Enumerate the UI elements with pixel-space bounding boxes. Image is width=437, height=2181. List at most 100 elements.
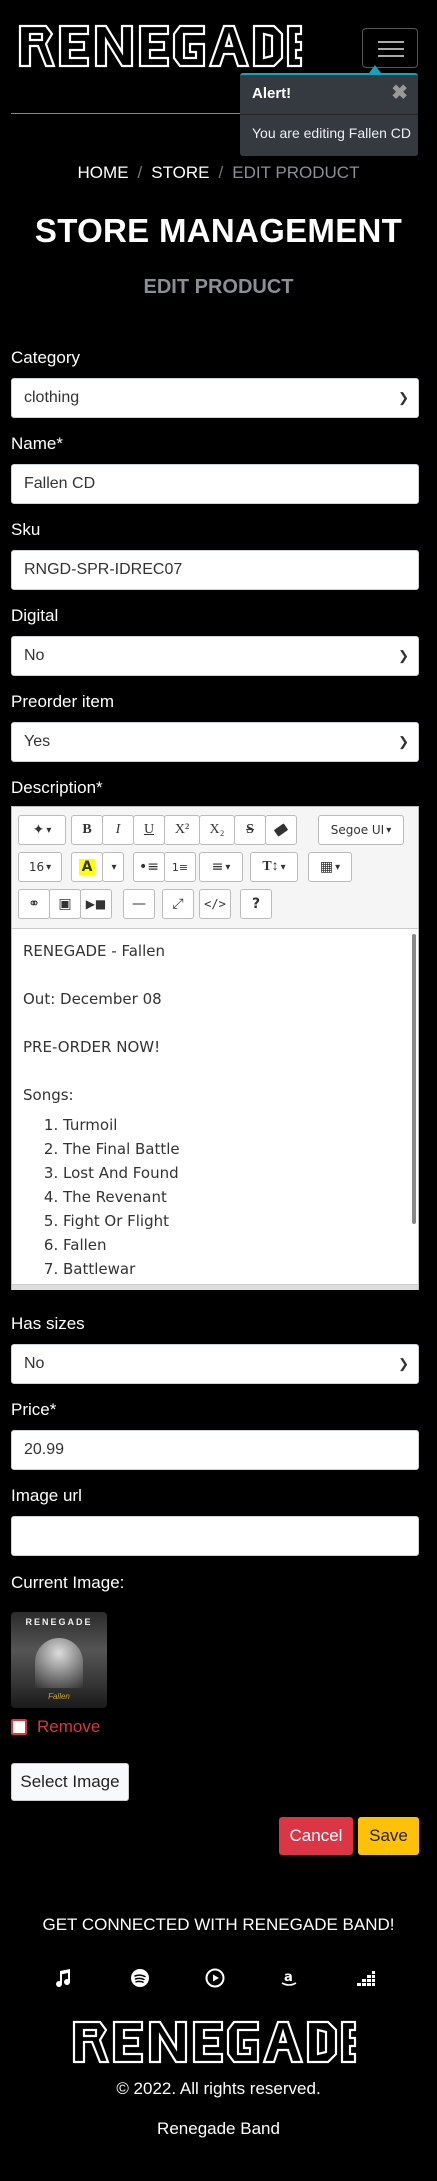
align-icon: ≡ <box>211 859 224 875</box>
preorder-label: Preorder item <box>11 692 114 711</box>
ordered-list-button[interactable]: 1≡ <box>164 852 196 882</box>
youtube-music-icon[interactable] <box>204 1967 226 1989</box>
select-image-button[interactable]: Select Image <box>11 1763 129 1801</box>
numbered-list-icon: 1≡ <box>171 860 189 874</box>
breadcrumb-home[interactable]: HOME <box>78 163 129 182</box>
italic-button[interactable]: I <box>102 815 134 845</box>
save-button[interactable]: Save <box>358 1817 419 1855</box>
editor-resize-handle[interactable] <box>12 1284 418 1290</box>
chevron-down-icon: ❯ <box>398 648 409 663</box>
spotify-icon[interactable] <box>129 1967 151 1989</box>
text-height-icon: T↕ <box>262 859 279 874</box>
name-label: Name* <box>11 434 63 453</box>
alert-popover: Alert! ✖ You are editing Fallen CD <box>240 73 418 156</box>
video-icon: ▶■ <box>85 897 107 911</box>
music-note-icon[interactable] <box>52 1967 74 1989</box>
alert-message: You are editing Fallen CD <box>252 125 412 141</box>
sku-input[interactable]: RNGD-SPR-IDREC07 <box>11 550 419 590</box>
eraser-button[interactable] <box>265 815 297 845</box>
remove-image-row: Remove <box>11 1717 100 1737</box>
svg-text:a: a <box>284 1970 293 1985</box>
cancel-button[interactable]: Cancel <box>279 1817 353 1855</box>
has-sizes-select[interactable]: No ❯ <box>11 1344 419 1384</box>
link-icon: ⚭ <box>28 896 40 912</box>
hamburger-menu-button[interactable] <box>362 28 418 68</box>
minus-icon: — <box>132 896 146 912</box>
strikethrough-button[interactable]: S <box>234 815 266 845</box>
highlight-icon: A <box>78 859 96 875</box>
paragraph-align-dropdown[interactable]: ≡ <box>199 852 243 882</box>
close-icon[interactable]: ✖ <box>391 80 408 105</box>
breadcrumb-current: EDIT PRODUCT <box>232 163 360 182</box>
line-height-dropdown[interactable]: T↕ <box>250 852 298 882</box>
page-subtitle: EDIT PRODUCT <box>143 276 294 298</box>
breadcrumb-store[interactable]: STORE <box>151 163 209 182</box>
current-image-label: Current Image: <box>11 1573 125 1592</box>
question-icon: ? <box>251 896 261 912</box>
chevron-down-icon: ❯ <box>398 390 409 405</box>
category-select[interactable]: clothing ❯ <box>11 378 419 418</box>
code-view-button[interactable]: </> <box>199 889 231 919</box>
breadcrumb: HOME / STORE / EDIT PRODUCT <box>77 163 360 182</box>
list-item: Lost And Found <box>63 1161 407 1185</box>
list-item: Turmoil <box>63 1113 407 1137</box>
price-label: Price* <box>11 1400 57 1419</box>
table-icon: ▦ <box>319 859 334 875</box>
editor-content[interactable]: RENEGADE - Fallen Out: December 08 PRE-O… <box>12 928 418 1284</box>
page-title: STORE MANAGEMENT <box>34 212 403 249</box>
name-input[interactable]: Fallen CD <box>11 464 419 504</box>
list-item: Fallen <box>63 1233 407 1257</box>
list-item: Battlewar <box>63 1257 407 1281</box>
sku-label: Sku <box>11 520 41 539</box>
font-family-dropdown[interactable]: Segoe UI <box>318 815 404 845</box>
remove-checkbox[interactable] <box>11 1719 27 1735</box>
digital-select[interactable]: No ❯ <box>11 636 419 676</box>
footer-connect-title: GET CONNECTED WITH RENEGADE BAND! <box>42 1915 395 1934</box>
list-item: The Revenant <box>63 1185 407 1209</box>
deezer-icon[interactable] <box>355 1967 377 1989</box>
hamburger-icon <box>378 41 404 43</box>
chevron-down-icon: ❯ <box>398 1356 409 1371</box>
bullet-list-icon: •≡ <box>139 859 159 875</box>
category-label: Category <box>11 348 80 367</box>
link-button[interactable]: ⚭ <box>18 889 50 919</box>
alert-title: Alert! <box>252 85 292 102</box>
header-divider <box>11 113 271 114</box>
preorder-select[interactable]: Yes ❯ <box>11 722 419 762</box>
price-input[interactable]: 20.99 <box>11 1430 419 1470</box>
video-button[interactable]: ▶■ <box>80 889 112 919</box>
magic-wand-style-button[interactable]: ✦ <box>18 815 66 845</box>
picture-button[interactable]: ▣ <box>49 889 81 919</box>
color-dropdown-button[interactable] <box>102 852 124 882</box>
songs-list: Turmoil The Final Battle Lost And Found … <box>63 1113 407 1281</box>
footer-renegade-logo <box>72 2020 357 2064</box>
remove-label: Remove <box>37 1717 101 1736</box>
image-url-input[interactable] <box>11 1516 419 1556</box>
text-highlight-button[interactable]: A <box>71 852 103 882</box>
copyright-text: © 2022. All rights reserved. <box>116 2079 321 2098</box>
horizontal-rule-button[interactable]: — <box>123 889 155 919</box>
fullscreen-button[interactable]: ⤢ <box>162 889 194 919</box>
image-icon: ▣ <box>58 896 72 912</box>
magic-wand-icon: ✦ <box>32 822 45 838</box>
has-sizes-label: Has sizes <box>11 1314 85 1333</box>
superscript-button[interactable]: X² <box>164 815 200 845</box>
band-name: Renegade Band <box>157 2119 280 2138</box>
editor-scrollbar[interactable] <box>412 934 416 1224</box>
table-dropdown[interactable]: ▦ <box>308 852 352 882</box>
description-label: Description* <box>11 778 103 797</box>
chevron-down-icon: ❯ <box>398 734 409 749</box>
renegade-logo[interactable] <box>18 22 303 70</box>
subscript-button[interactable]: X₂ <box>199 815 235 845</box>
help-button[interactable]: ? <box>240 889 272 919</box>
list-item: The Final Battle <box>63 1137 407 1161</box>
amazon-icon[interactable]: a <box>278 1967 300 1989</box>
font-size-dropdown[interactable]: 16 <box>18 852 62 882</box>
unordered-list-button[interactable]: •≡ <box>133 852 165 882</box>
eraser-icon <box>273 823 289 837</box>
expand-icon: ⤢ <box>172 896 184 912</box>
underline-button[interactable]: U <box>133 815 165 845</box>
image-url-label: Image url <box>11 1486 82 1505</box>
code-icon: </> <box>204 897 226 911</box>
bold-button[interactable]: B <box>71 815 103 845</box>
